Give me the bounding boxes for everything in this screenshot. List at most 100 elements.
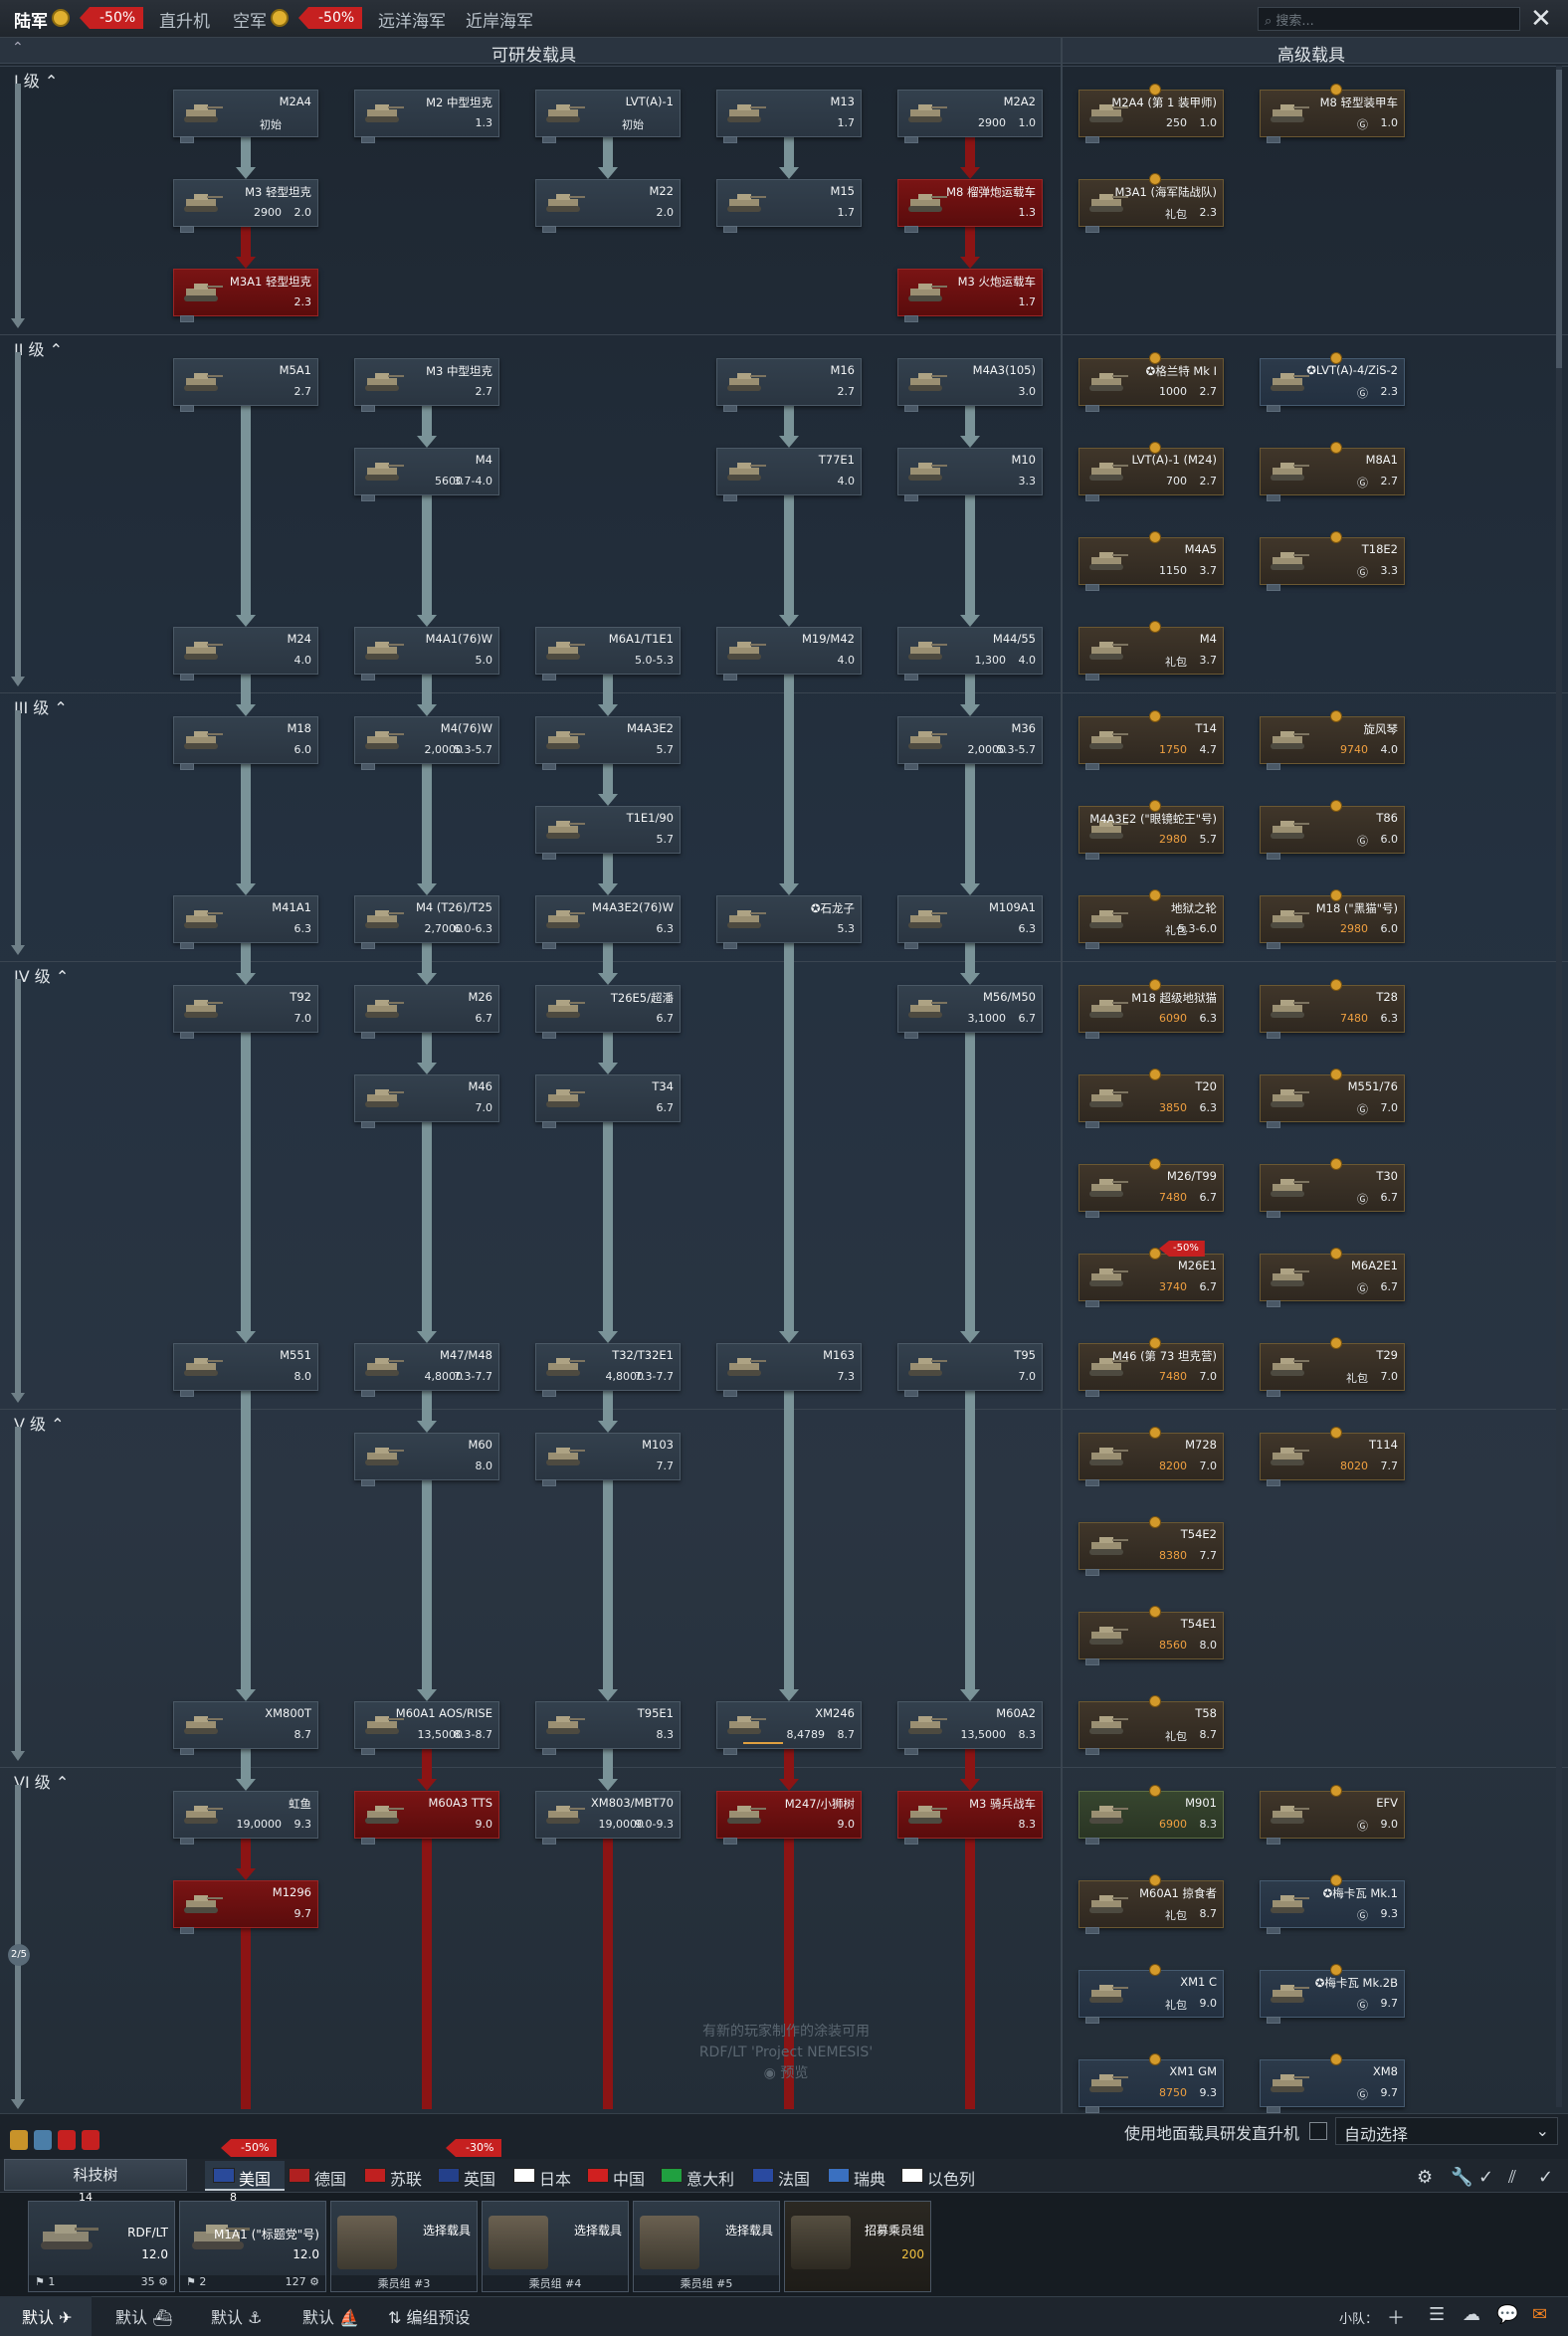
search-input[interactable]: ⌕ 搜索... <box>1258 7 1520 31</box>
vehicle-card[interactable]: M728 8200 7.0 <box>1078 1427 1224 1486</box>
vehicle-card[interactable]: T95 7.0 <box>897 1343 1043 1397</box>
check-icon[interactable]: ✓ <box>1478 2167 1493 2188</box>
vehicle-card[interactable]: T26E5/超潘 6.7 <box>535 985 681 1039</box>
mail-icon[interactable]: ✉ <box>1532 2304 1547 2325</box>
tab-aircraft[interactable]: 空军 <box>233 7 267 32</box>
skin-notice[interactable]: 有新的玩家制作的涂装可用 RDF/LT 'Project NEMESIS' ◉ … <box>686 2022 885 2084</box>
crew-slot[interactable]: 招募乘员组 200 <box>784 2201 931 2292</box>
vehicle-card[interactable]: M247/小狮树 9.0 <box>716 1791 862 1845</box>
tab-bluewater-navy[interactable]: 远洋海军 <box>378 7 446 32</box>
vehicle-card[interactable]: M18 ("黑猫"号) 2980 6.0 <box>1260 889 1405 949</box>
vehicle-card[interactable]: M60A3 TTS 9.0 <box>354 1791 499 1845</box>
vehicle-card[interactable]: T95E1 8.3 <box>535 1701 681 1755</box>
vehicle-card[interactable]: T32/T32E1 4,8000 7.3-7.7 <box>535 1343 681 1397</box>
repair-all-icon[interactable]: ⫽ <box>1508 2167 1516 2188</box>
rank-label[interactable]: VI 级 ⌃ <box>14 1769 69 1793</box>
nation-tab[interactable]: 日本 <box>539 2166 571 2190</box>
crew-slot[interactable]: 选择载具 乘员组 #4 <box>482 2201 629 2292</box>
wrench-icon[interactable]: 🔧 <box>1451 2167 1472 2188</box>
nation-tab[interactable]: 美国 <box>239 2166 271 2190</box>
vehicle-card[interactable]: M5A1 2.7 <box>173 358 318 412</box>
vehicle-card[interactable]: XM800T 8.7 <box>173 1701 318 1755</box>
nation-tab[interactable]: 苏联 <box>390 2166 422 2190</box>
vehicle-card[interactable]: M60A2 13,5000 8.3 <box>897 1701 1043 1755</box>
vehicle-card[interactable]: M2 中型坦克 1.3 <box>354 90 499 143</box>
vehicle-card[interactable]: M4 5600 3.7-4.0 <box>354 448 499 501</box>
vehicle-card[interactable]: T18E2 Ⓖ 3.3 <box>1260 531 1405 591</box>
vehicle-card[interactable]: M103 7.7 <box>535 1433 681 1486</box>
chat-icon[interactable]: 💬 <box>1496 2304 1518 2325</box>
vehicle-card[interactable]: M26E1 3740 6.7 -50% <box>1078 1241 1224 1307</box>
vehicle-card[interactable]: T54E1 8560 8.0 <box>1078 1606 1224 1665</box>
vehicle-card[interactable]: M3 轻型坦克 2900 2.0 <box>173 179 318 233</box>
vehicle-card[interactable]: XM1 GM 8750 9.3 <box>1078 2053 1224 2113</box>
vehicle-card[interactable]: T86 Ⓖ 6.0 <box>1260 800 1405 860</box>
rank-label[interactable]: III 级 ⌃ <box>14 694 68 718</box>
vehicle-card[interactable]: M551/76 Ⓖ 7.0 <box>1260 1069 1405 1128</box>
vehicle-card[interactable]: M60A1 掠食者 礼包 8.7 <box>1078 1874 1224 1934</box>
vehicle-card[interactable]: M4A3E2(76)W 6.3 <box>535 895 681 949</box>
vehicle-card[interactable]: M1296 9.7 <box>173 1880 318 1934</box>
vehicle-card[interactable]: ✪石龙子 5.3 <box>716 895 862 949</box>
vehicle-card[interactable]: M551 8.0 <box>173 1343 318 1397</box>
nation-tab[interactable]: 英国 <box>464 2166 495 2190</box>
preset-tab-helicopter[interactable]: 默认 ⚓ <box>211 2304 262 2328</box>
nation-tab[interactable]: 法国 <box>778 2166 810 2190</box>
preset-tab-manager[interactable]: ⇅ 编组预设 <box>388 2304 471 2328</box>
vehicle-card[interactable]: M18 6.0 <box>173 716 318 770</box>
crew-slot[interactable]: 14 RDF/LT 12.0 ⚑ 1 35 ⚙ <box>28 2191 175 2292</box>
vehicle-card[interactable]: M8 轻型装甲车 Ⓖ 1.0 <box>1260 84 1405 143</box>
vehicle-card[interactable]: M19/M42 4.0 <box>716 627 862 681</box>
gear-icon[interactable]: ⚙ <box>1417 2167 1433 2188</box>
vehicle-card[interactable]: M16 2.7 <box>716 358 862 412</box>
vehicle-card[interactable]: T77E1 4.0 <box>716 448 862 501</box>
vehicle-card[interactable]: M109A1 6.3 <box>897 895 1043 949</box>
vehicle-card[interactable]: T1E1/90 5.7 <box>535 806 681 860</box>
vehicle-card[interactable]: M163 7.3 <box>716 1343 862 1397</box>
vehicle-card[interactable]: M15 1.7 <box>716 179 862 233</box>
check-icon[interactable]: ✓ <box>1538 2167 1553 2188</box>
vehicle-card[interactable]: ✪梅卡瓦 Mk.1 Ⓖ 9.3 <box>1260 1874 1405 1934</box>
vehicle-card[interactable]: M2A4 初始 <box>173 90 318 143</box>
nation-tab[interactable]: 德国 <box>314 2166 346 2190</box>
vehicle-card[interactable]: M4A3E2 ("眼镜蛇王"号) 2980 5.7 <box>1078 800 1224 860</box>
rank-label[interactable]: II 级 ⌃ <box>14 336 63 360</box>
vehicle-card[interactable]: M3 中型坦克 2.7 <box>354 358 499 412</box>
crew-slot[interactable]: 8 M1A1 ("标题党"号) 12.0 ⚑ 2 127 ⚙ <box>179 2191 326 2292</box>
vehicle-card[interactable]: EFV Ⓖ 9.0 <box>1260 1785 1405 1845</box>
vehicle-card[interactable]: M26 6.7 <box>354 985 499 1039</box>
vehicle-card[interactable]: M3A1 (海军陆战队) 礼包 2.3 <box>1078 173 1224 233</box>
vehicle-card[interactable]: XM803/MBT70 19,0000 9.0-9.3 <box>535 1791 681 1845</box>
vehicle-card[interactable]: M3 骑兵战车 8.3 <box>897 1791 1043 1845</box>
vehicle-card[interactable]: LVT(A)-1 初始 <box>535 90 681 143</box>
nation-tab[interactable]: 以色列 <box>927 2166 975 2190</box>
crew-slot[interactable]: 选择载具 乘员组 #5 <box>633 2201 780 2292</box>
vehicle-card[interactable]: M901 6900 8.3 <box>1078 1785 1224 1845</box>
vehicle-card[interactable]: M4(76)W 2,0000 5.3-5.7 <box>354 716 499 770</box>
add-icon[interactable]: ＋ <box>1387 2304 1405 2330</box>
preset-tab-naval[interactable]: 默认 ⛵ <box>302 2304 359 2328</box>
vehicle-card[interactable]: M24 4.0 <box>173 627 318 681</box>
nation-tab[interactable]: 中国 <box>613 2166 645 2190</box>
vehicle-card[interactable]: M44/55 1,300 4.0 <box>897 627 1043 681</box>
scrollbar-thumb[interactable] <box>1556 70 1562 368</box>
scrollbar[interactable] <box>1556 66 1562 2107</box>
vehicle-card[interactable]: M10 3.3 <box>897 448 1043 501</box>
preset-tab-aircraft[interactable]: 默认 ⛴ <box>115 2304 172 2328</box>
close-icon[interactable]: ✕ <box>1530 4 1552 34</box>
vehicle-card[interactable]: ✪LVT(A)-4/ZiS-2 Ⓖ 2.3 <box>1260 352 1405 412</box>
vehicle-card[interactable]: M3 火炮运载车 1.7 <box>897 269 1043 322</box>
vehicle-card[interactable]: M47/M48 4,8000 7.3-7.7 <box>354 1343 499 1397</box>
vehicle-card[interactable]: ✪梅卡瓦 Mk.2B Ⓖ 9.7 <box>1260 1964 1405 2024</box>
vehicle-card[interactable]: M4A5 1150 3.7 <box>1078 531 1224 591</box>
vehicle-card[interactable]: M6A2E1 Ⓖ 6.7 <box>1260 1248 1405 1307</box>
vehicle-card[interactable]: M3A1 轻型坦克 2.3 <box>173 269 318 322</box>
vehicle-card[interactable]: M26/T99 7480 6.7 <box>1078 1158 1224 1218</box>
auto-select-dropdown[interactable]: 自动选择 ⌄ <box>1335 2117 1558 2145</box>
vehicle-card[interactable]: M4 礼包 3.7 <box>1078 621 1224 681</box>
vehicle-card[interactable]: M60A1 AOS/RISE 13,5000 8.3-8.7 <box>354 1701 499 1755</box>
vehicle-card[interactable]: M2A2 2900 1.0 <box>897 90 1043 143</box>
vehicle-card[interactable]: T114 8020 7.7 <box>1260 1427 1405 1486</box>
crew-slot[interactable]: 选择载具 乘员组 #3 <box>330 2201 478 2292</box>
vehicle-card[interactable]: T14 1750 4.7 <box>1078 710 1224 770</box>
